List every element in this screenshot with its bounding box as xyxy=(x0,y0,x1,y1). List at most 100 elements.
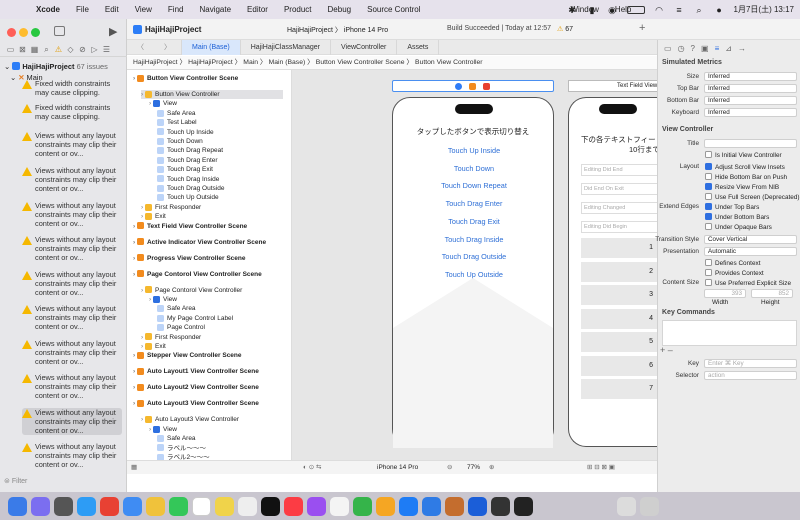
outline-scene[interactable]: › Active Indicator View Controller Scene xyxy=(133,238,283,247)
warnings-badge[interactable]: ⚠ 67 xyxy=(557,25,573,33)
numbers-app-icon[interactable] xyxy=(353,496,372,516)
calendar-icon[interactable] xyxy=(192,496,211,516)
add-key-command-button[interactable]: + – xyxy=(660,345,673,355)
number-row[interactable]: 4 xyxy=(581,308,667,329)
launchpad-icon[interactable] xyxy=(31,496,50,516)
outline-item[interactable]: Touch Down xyxy=(157,137,283,146)
globe-icon[interactable]: ◉ xyxy=(607,5,618,15)
outline-item[interactable]: Touch Drag Inside xyxy=(157,175,283,184)
vscode-icon[interactable] xyxy=(468,496,487,516)
finder-icon[interactable] xyxy=(8,496,27,516)
history-icon[interactable]: ◷ xyxy=(678,44,685,54)
outline-scene[interactable]: › Progress View Controller Scene xyxy=(133,254,283,263)
identity-icon[interactable]: ▣ xyxy=(701,44,709,54)
selector-field[interactable]: action xyxy=(704,371,797,380)
menu-app-name[interactable]: Xcode xyxy=(36,5,60,14)
file-inspector-icon[interactable]: ▭ xyxy=(664,44,672,54)
menu-navigate[interactable]: Navigate xyxy=(199,5,231,14)
nav-back-icon[interactable]: 〈 xyxy=(127,40,154,55)
keyboard-select[interactable]: Inferred xyxy=(704,108,797,117)
outline-scene[interactable]: › Auto Layout1 View Controller Scene xyxy=(133,367,283,376)
text-field[interactable]: Did End On Exit xyxy=(581,183,667,195)
scheme-selector[interactable]: HajiHajiProject 〉 iPhone 14 Pro xyxy=(287,25,388,35)
app-store-icon[interactable] xyxy=(399,496,418,516)
outline-item[interactable]: Touch Drag Exit xyxy=(157,165,283,174)
books-icon[interactable] xyxy=(445,496,464,516)
zoom-window-button[interactable] xyxy=(31,28,40,37)
number-row[interactable]: 1 xyxy=(581,238,667,258)
layout-tools-icon[interactable]: ⊞ ⊟ ⊠ ▣ xyxy=(587,461,615,475)
jump-bar[interactable]: HajiHajiProject 〉 HajiHajiProject 〉 Main… xyxy=(127,56,657,70)
report-icon[interactable]: ☰ xyxy=(102,45,111,54)
issue-item[interactable]: Views without any layout constraints may… xyxy=(22,373,122,400)
apple-menu-icon[interactable] xyxy=(10,4,20,15)
under-bottom-bars-checkbox[interactable]: Under Bottom Bars xyxy=(705,213,769,222)
search-icon[interactable]: ⌕ xyxy=(694,5,705,15)
presentation-select[interactable]: Automatic xyxy=(704,247,797,256)
issue-item[interactable]: Views without any layout constraints may… xyxy=(22,131,122,158)
help-icon[interactable]: ? xyxy=(691,44,695,54)
size-select[interactable]: Inferred xyxy=(704,72,797,81)
attributes-icon[interactable]: ≡ xyxy=(715,44,720,54)
key-commands-list[interactable] xyxy=(662,320,797,346)
outline-item[interactable]: Touch Up Outside xyxy=(157,193,283,202)
menu-file[interactable]: File xyxy=(76,5,89,14)
find-icon[interactable]: ⌕ xyxy=(42,45,51,54)
control-center-icon[interactable]: ≡ xyxy=(674,5,685,15)
xcode-icon[interactable] xyxy=(422,496,441,516)
height-field[interactable]: 852 xyxy=(751,289,793,298)
numbers-icon[interactable] xyxy=(330,496,349,516)
disclosure-icon[interactable]: ⌄ xyxy=(4,62,10,71)
outline-item[interactable]: › View xyxy=(149,99,283,108)
first-responder-icon[interactable] xyxy=(469,83,476,90)
apple-tv-icon[interactable] xyxy=(261,496,280,516)
nav-forward-icon[interactable]: 〉 xyxy=(154,39,182,55)
touch-event-button[interactable]: Touch Drag Enter xyxy=(393,199,555,208)
width-field[interactable]: 393 xyxy=(704,289,746,298)
outline-scene[interactable]: › Button View Controller Scene xyxy=(133,74,283,83)
simulator-icon[interactable] xyxy=(491,496,510,516)
resize-nib-checkbox[interactable]: Resize View From NIB xyxy=(705,183,779,192)
tab-view-controller[interactable]: ViewController xyxy=(331,39,398,55)
issue-item[interactable]: Views without any layout constraints may… xyxy=(22,166,122,193)
number-row[interactable]: 5 xyxy=(581,332,667,352)
menu-find[interactable]: Find xyxy=(168,5,184,14)
exit-icon[interactable] xyxy=(483,83,490,90)
bar-chart-icon[interactable]: ▮ xyxy=(587,5,598,15)
outline-item[interactable]: Touch Drag Repeat xyxy=(157,146,283,155)
breakpoint-icon[interactable]: ▷ xyxy=(90,45,99,54)
touch-event-button[interactable]: Touch Down xyxy=(393,164,555,173)
touch-event-button[interactable]: Touch Drag Exit xyxy=(393,217,555,226)
outline-item[interactable]: › First Responder xyxy=(141,203,283,212)
system-settings-icon[interactable] xyxy=(54,496,73,516)
menu-editor[interactable]: Editor xyxy=(247,5,268,14)
outline-item[interactable]: › Page Contorol View Controller xyxy=(141,286,283,295)
outline-item[interactable]: Touch Drag Outside xyxy=(157,184,283,193)
tab-main-base[interactable]: Main (Base) xyxy=(182,39,241,55)
outline-item[interactable]: › Exit xyxy=(141,212,283,221)
title-field[interactable] xyxy=(704,139,797,148)
tab-class-manager[interactable]: HajiHajiClassManager xyxy=(241,39,331,55)
issue-item[interactable]: Fixed width constraints may cause clippi… xyxy=(22,103,122,121)
outline-item[interactable]: › First Responder xyxy=(141,333,283,342)
navigator-filter[interactable]: ⊜ Filter xyxy=(4,477,122,488)
menu-clock[interactable]: 1月7日(土) 13:17 xyxy=(734,4,794,15)
appearance-icon[interactable]: ◐ ⊙ ⇆ xyxy=(303,461,321,475)
music-icon[interactable] xyxy=(284,496,303,516)
touch-event-button[interactable]: Touch Drag Inside xyxy=(393,235,555,244)
issue-item[interactable]: Views without any layout constraints may… xyxy=(22,408,122,435)
connections-icon[interactable]: → xyxy=(738,44,746,54)
zoom-level[interactable]: 77% xyxy=(467,461,480,475)
podcasts-icon[interactable] xyxy=(307,496,326,516)
outline-item[interactable]: Touch Drag Enter xyxy=(157,156,283,165)
bluetooth-icon[interactable]: ✱ xyxy=(567,5,578,15)
close-window-button[interactable] xyxy=(7,28,16,37)
number-row[interactable]: 3 xyxy=(581,285,667,305)
scene-dock[interactable] xyxy=(392,80,554,92)
outline-item[interactable]: Safe Area xyxy=(157,304,283,313)
outline-item[interactable]: › Button View Controller xyxy=(141,90,283,99)
menu-product[interactable]: Product xyxy=(284,5,312,14)
text-field[interactable]: Editing Did Begin xyxy=(581,221,667,233)
safari-icon[interactable] xyxy=(77,496,96,516)
tab-assets[interactable]: Assets xyxy=(397,39,440,55)
